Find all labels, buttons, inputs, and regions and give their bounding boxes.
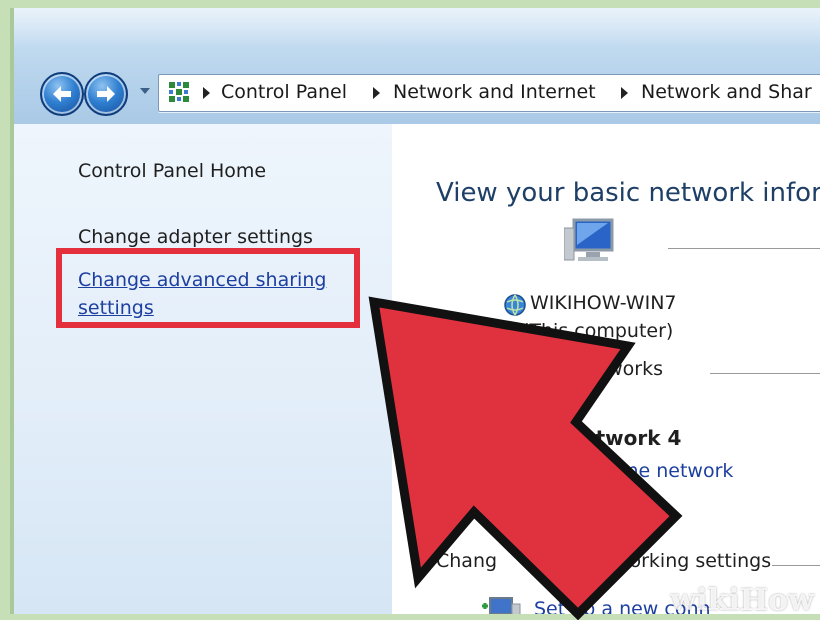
forward-button[interactable] [84,72,128,116]
network-globe-icon [504,294,526,316]
breadcrumb-separator-icon[interactable] [373,87,380,99]
connection-line [668,248,820,249]
highlight-box [56,248,360,328]
page-title: View your basic network inform [436,178,820,208]
section-divider [772,565,820,566]
network-center-content: View your basic network inform WIKIHOW-W… [392,124,820,614]
title-bar-sheen [14,8,820,48]
computer-icon [564,218,614,261]
home-network-link[interactable]: me network [620,460,733,482]
breadcrumb-control-panel[interactable]: Control Panel [221,81,347,103]
change-settings-heading: your networking settings [534,550,772,572]
recent-pages-dropdown[interactable] [140,88,150,94]
forward-arrow-icon [97,86,115,102]
computer-sub-label: (This computer) [522,320,674,342]
active-networks-heading: etworks [588,358,664,380]
navigation-bar: Control Panel Network and Internet Netwo… [14,8,820,124]
breadcrumb-separator-icon[interactable] [203,87,210,99]
task-pane: Control Panel Home Change adapter settin… [14,124,392,614]
computer-name: WIKIHOW-WIN7 [530,292,677,314]
watermark-logo: wikiHow [670,583,814,618]
change-settings-heading-start: Chang [436,550,498,572]
control-panel-icon [169,82,189,102]
window: Control Panel Network and Internet Netwo… [10,8,820,614]
breadcrumb-network-and-internet[interactable]: Network and Internet [393,81,596,103]
breadcrumb-separator-icon[interactable] [621,87,628,99]
setup-connection-icon [482,597,521,614]
network-name: etwork 4 [582,426,682,450]
change-adapter-settings-link[interactable]: Change adapter settings [78,226,313,248]
address-bar[interactable]: Control Panel Network and Internet Netwo… [158,74,820,112]
back-arrow-icon [53,86,71,102]
back-button[interactable] [40,72,84,116]
breadcrumb-network-and-sharing[interactable]: Network and Shar [641,81,812,103]
control-panel-home-link[interactable]: Control Panel Home [78,160,266,182]
section-divider [710,373,820,374]
